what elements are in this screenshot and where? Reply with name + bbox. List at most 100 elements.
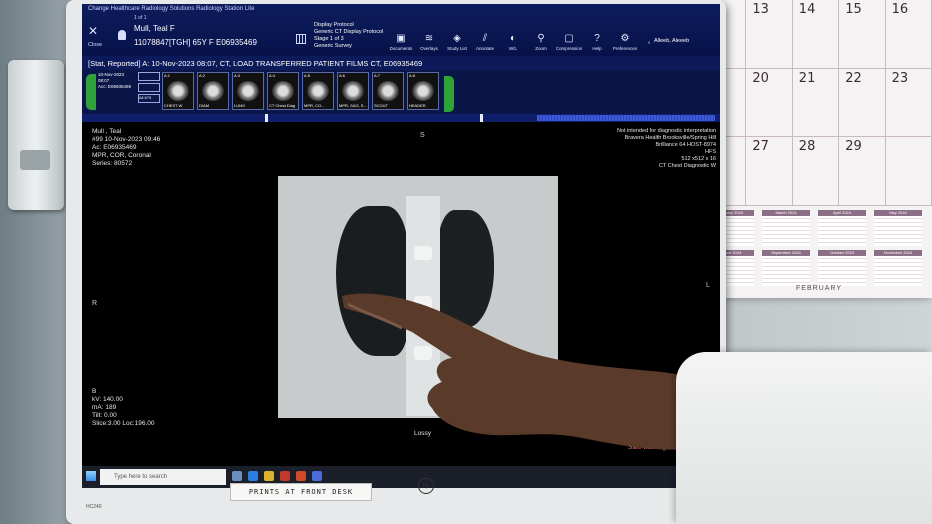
windows-start-icon[interactable] <box>86 471 96 481</box>
layout-grid-icon[interactable] <box>296 34 306 44</box>
overlay-line: Not intended for diagnostic interpretati… <box>616 128 716 134</box>
wall-calendar: 1213141516192021222326272829 February 20… <box>700 0 932 298</box>
thumbnail-image <box>412 81 434 101</box>
thumbnail-image <box>342 81 364 101</box>
series-thumbnail[interactable]: A:7 SCOUT <box>372 72 404 110</box>
study-date-box[interactable]: 10-Nov-2023 08:07 Acc: E06935469 <box>98 72 134 110</box>
toolbar-label: Annotate <box>475 46 494 51</box>
hp-logo: hp <box>418 478 434 494</box>
calendar-day: 29 <box>839 137 886 206</box>
thumbnail-label: CT Chest Diag <box>269 103 296 108</box>
calendar-footer: FEBRUARY <box>796 285 842 292</box>
calendar-day: 20 <box>746 68 793 138</box>
toolbar-annotate-button[interactable]: ⫽ Annotate <box>470 32 500 51</box>
page-count: 1 of 1 <box>134 15 147 21</box>
thumbnail-image <box>167 81 189 101</box>
toolbar-study-list-button[interactable]: ◈ Study List <box>442 32 472 51</box>
series-thumbnail[interactable]: A:1 CHEST W <box>162 72 194 110</box>
scroll-thumb[interactable] <box>537 115 715 121</box>
toolbar-compression-button[interactable]: ▢ Compression <box>554 32 584 51</box>
series-thumbnail[interactable]: A:6 MPR, SAG, S... <box>337 72 369 110</box>
mini-month: May 2024 <box>874 210 922 248</box>
calendar-day: 28 <box>792 137 840 206</box>
toolbar-label: Preferences <box>612 46 638 51</box>
series-slot[interactable] <box>138 83 160 92</box>
white-coat-sleeve <box>676 352 932 524</box>
calendar-day: 21 <box>792 68 840 138</box>
mini-month: March 2024 <box>762 210 810 248</box>
overlay-line: #99 10-Nov-2023 09:46 <box>92 136 161 143</box>
mini-month-days <box>874 216 922 246</box>
thumbnail-number: A:7 <box>374 73 381 78</box>
series-thumbnail[interactable]: A:4 CT Chest Diag <box>267 72 299 110</box>
radiology-app-icon[interactable] <box>312 471 322 481</box>
series-thumbnail[interactable]: A:8 HEADER <box>407 72 439 110</box>
thumbnail-label: MPR, SAG, S... <box>339 103 367 108</box>
app-icon[interactable] <box>296 471 306 481</box>
mini-month-days <box>762 256 810 286</box>
calendar-day: 27 <box>746 137 793 206</box>
thumbnail-label: SCOUT <box>374 103 388 108</box>
windows-taskbar: Type here to search <box>82 466 720 488</box>
series-thumbnail[interactable]: A:5 MPR, CO... <box>302 72 334 110</box>
toolbar-zoom-button[interactable]: ⚲ Zoom <box>526 32 556 51</box>
toolbar-help-button[interactable]: ? Help <box>582 32 612 51</box>
app-icon[interactable] <box>280 471 290 481</box>
overlay-line: Brilliance 64 HOST-8974 <box>655 142 716 148</box>
thumbnail-label: DIAM <box>199 103 209 108</box>
orientation-right: L <box>706 282 710 289</box>
task-view-icon[interactable] <box>232 471 242 481</box>
thumbnail-image <box>272 81 294 101</box>
image-scrollbar[interactable] <box>82 114 720 122</box>
taskbar-search-input[interactable]: Type here to search <box>100 469 226 485</box>
calendar-day-number: 27 <box>752 139 769 155</box>
patient-id: 11078847[TGH] 65Y F E06935469 <box>134 38 257 47</box>
scroll-marker[interactable] <box>480 114 483 122</box>
mini-month-days <box>818 216 866 246</box>
overlay-line: CT Chest Diagnostic W <box>658 163 716 169</box>
strip-right-handle[interactable] <box>444 76 454 112</box>
toolbar-label: W/L <box>508 46 517 51</box>
series-thumbnail[interactable]: A:3 LUNG <box>232 72 264 110</box>
patient-name: Mull, Teal F <box>134 24 175 33</box>
calendar-day <box>885 137 932 206</box>
scroll-marker[interactable] <box>265 114 268 122</box>
toolbar-overlays-button[interactable]: ≋ Overlays <box>414 32 444 51</box>
display-protocol[interactable]: Display Protocol Generic CT Display Prot… <box>314 22 383 50</box>
calendar-day-number: 23 <box>891 70 909 86</box>
protocol-line: Display Protocol <box>314 22 354 28</box>
calendar-day-number: 20 <box>752 70 769 86</box>
series-slot[interactable] <box>138 72 160 81</box>
mini-month-days <box>818 256 866 286</box>
toolbar-label: Documents <box>389 46 413 51</box>
toolbar-documents-button[interactable]: ▣ Documents <box>386 32 416 51</box>
compression-icon: ▢ <box>564 33 574 44</box>
strip-left-handle[interactable] <box>86 74 96 110</box>
protocol-line: Stage 1 of 3 <box>314 36 344 42</box>
protocol-line: Generic Survey <box>314 43 352 49</box>
series-selector[interactable]: All 679 <box>138 72 160 110</box>
orientation-left: R <box>92 300 98 307</box>
thumbnail-image <box>237 81 259 101</box>
thumbnail-number: A:6 <box>339 73 346 78</box>
toolbar-w-l-button[interactable]: ◐ W/L <box>498 32 528 51</box>
overlay-top-left: Mull , Teal #99 10-Nov-2023 09:46 Ac: E0… <box>92 128 160 168</box>
mini-month: October 2024 <box>818 250 866 288</box>
toolbar-label: Compression <box>555 46 583 51</box>
series-thumbnail[interactable]: A:2 DIAM <box>197 72 229 110</box>
overlay-line: MPR, COR, Coronal <box>92 152 151 159</box>
overlay-line: Series: 80572 <box>92 160 133 167</box>
overlay-line: HFS <box>705 149 716 155</box>
file-explorer-icon[interactable] <box>264 471 274 481</box>
thumbnail-number: A:4 <box>269 73 276 78</box>
series-all[interactable]: All 679 <box>138 94 160 103</box>
calendar-day: 16 <box>885 0 932 69</box>
thumbnail-number: A:5 <box>304 73 311 78</box>
edge-icon[interactable] <box>248 471 258 481</box>
thumbnail-label: HEADER <box>409 103 426 108</box>
calendar-day: 13 <box>746 0 793 69</box>
study-status-bar: [Stat, Reported] A: 10-Nov-2023 08:07, C… <box>82 56 720 70</box>
calendar-day: 22 <box>839 68 886 138</box>
close-icon[interactable]: ✕ <box>88 24 102 38</box>
close-button[interactable]: Close <box>88 42 102 48</box>
